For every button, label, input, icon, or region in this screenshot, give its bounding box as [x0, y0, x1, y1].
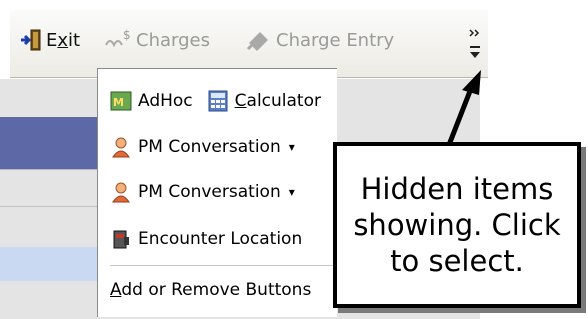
charges-button[interactable]: $ Charges: [104, 26, 210, 54]
callout-line: showing. Click: [353, 208, 561, 242]
selected-row-background: [0, 117, 110, 169]
charges-icon: $: [105, 29, 131, 48]
exit-door-icon: [21, 29, 41, 51]
exit-button[interactable]: Exit: [20, 26, 80, 54]
menu-item-pm-conversation[interactable]: PM Conversation ▾: [110, 132, 295, 162]
menu-item-encounter-location[interactable]: Encounter Location: [110, 224, 302, 254]
callout-line: to select.: [390, 244, 524, 278]
charge-entry-label: Charge Entry: [276, 29, 395, 51]
menu-item-label: Encounter Location: [138, 229, 303, 249]
menu-item-calculator-label[interactable]: Calculator: [235, 91, 321, 111]
menu-item-label: Add or Remove Buttons: [110, 280, 312, 300]
svg-text:$: $: [123, 29, 131, 42]
menu-separator: [110, 265, 336, 266]
divider: [0, 206, 110, 207]
overflow-menu: M AdHoc Calculator PM Conversation ▾ PM …: [97, 68, 337, 317]
chevron-overflow-icon: [469, 29, 480, 58]
divider: [0, 169, 110, 170]
adhoc-icon[interactable]: M: [110, 90, 132, 112]
callout-line: Hidden items: [360, 172, 554, 206]
dropdown-arrow-icon: ▾: [288, 140, 295, 154]
menu-item-adhoc-calculator: M AdHoc Calculator: [110, 86, 321, 116]
exit-label: Exit: [46, 29, 81, 51]
menu-item-adhoc-label[interactable]: AdHoc: [138, 91, 193, 111]
menu-item-label: PM Conversation: [138, 137, 281, 157]
calculator-icon[interactable]: [207, 90, 229, 112]
charge-entry-button[interactable]: Charge Entry: [246, 26, 394, 54]
encounter-location-icon: [110, 228, 132, 250]
person-icon: [110, 181, 132, 203]
menu-item-label: PM Conversation: [138, 182, 281, 202]
callout-box: Hidden items showing. Click to select.: [333, 142, 581, 308]
toolbar-overflow-button[interactable]: [466, 24, 484, 66]
svg-text:M: M: [113, 96, 124, 109]
menu-item-pm-conversation[interactable]: PM Conversation ▾: [110, 177, 295, 207]
menu-item-add-remove-buttons[interactable]: Add or Remove Buttons: [110, 275, 311, 305]
dropdown-arrow-icon: ▾: [288, 185, 295, 199]
charges-label: Charges: [136, 29, 210, 51]
charge-entry-icon: [246, 32, 268, 51]
highlight-row-background: [0, 247, 110, 281]
person-icon: [110, 136, 132, 158]
